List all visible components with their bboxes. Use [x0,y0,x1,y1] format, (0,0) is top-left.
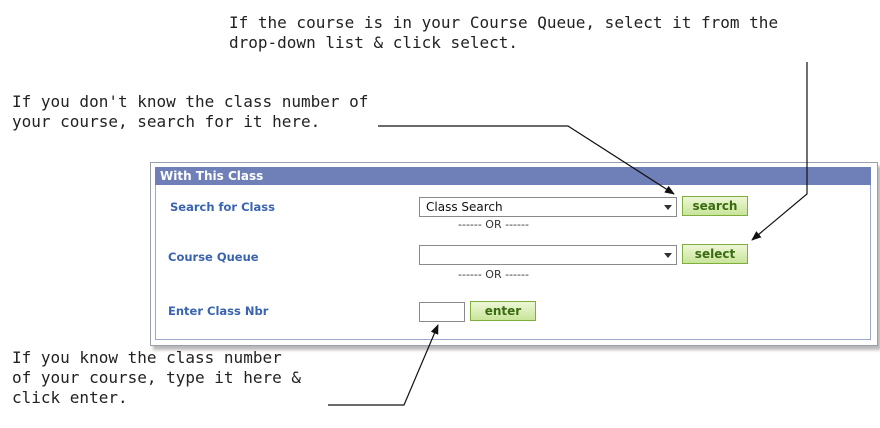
arrow-to-class-nbr-input [328,324,439,406]
arrow-to-select-button [751,62,808,241]
arrow-to-search-button [378,125,675,195]
annotation-arrows [328,62,808,406]
